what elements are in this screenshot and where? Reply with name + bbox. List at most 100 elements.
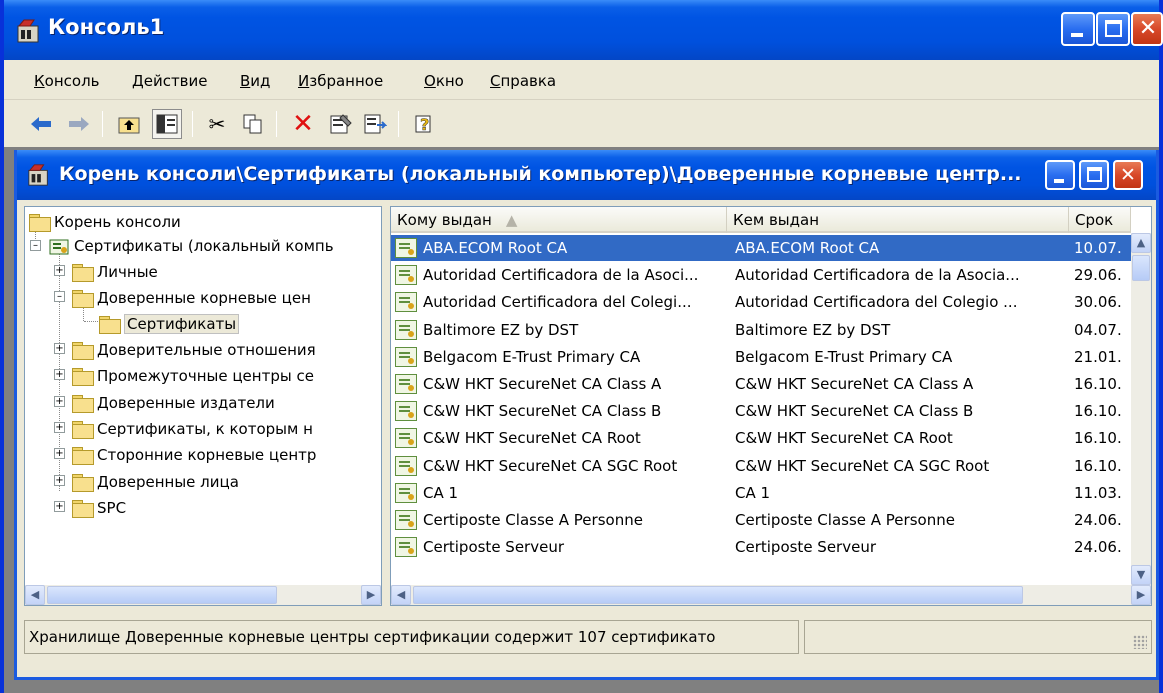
help-button[interactable]: ? [410, 109, 440, 139]
scroll-down-button[interactable]: ▼ [1131, 565, 1151, 585]
expand-toggle[interactable]: + [54, 369, 65, 380]
tree-item-console-root[interactable]: Корень консоли [29, 209, 181, 235]
cell-issued-by: Certiposte Serveur [735, 538, 877, 557]
table-row[interactable]: Autoridad Certificadora del Colegi... Aut… [391, 289, 1131, 315]
tree-item-trusted-people[interactable]: Доверенные лица [72, 469, 239, 495]
collapse-toggle[interactable]: – [30, 240, 41, 251]
list-vertical-scrollbar[interactable]: ▲ ▼ [1131, 233, 1151, 585]
delete-icon: ✕ [292, 109, 314, 139]
minimize-button[interactable] [1061, 12, 1095, 46]
menu-bar: Консоль Действие Вид Избранное Окно Спра… [4, 60, 1159, 100]
certificate-icon [395, 537, 417, 558]
tree-item-certificates[interactable]: Сертификаты [99, 311, 240, 337]
forward-button[interactable] [64, 109, 94, 139]
menu-console[interactable]: Консоль [34, 72, 100, 90]
toolbar: ✂ ✕ ? [4, 101, 1159, 147]
table-row[interactable]: Certiposte Classe A Personne Certiposte C… [391, 507, 1131, 533]
cell-issued-to: C&W HKT SecureNet CA SGC Root [423, 456, 678, 475]
tree-item-trusted-root[interactable]: Доверенные корневые цен [72, 285, 311, 311]
column-header-issued-to[interactable]: Кому выдан ▲ [391, 207, 727, 233]
cell-expiration: 16.10. [1074, 402, 1122, 421]
expand-toggle[interactable]: + [54, 475, 65, 486]
menu-action[interactable]: Действие [132, 72, 208, 90]
close-button[interactable]: ✕ [1131, 12, 1163, 46]
scroll-up-button[interactable]: ▲ [1131, 233, 1151, 253]
tree-item-untrusted[interactable]: Сертификаты, к которым н [72, 416, 313, 442]
toolbar-separator [276, 111, 277, 137]
menu-help[interactable]: Справка [490, 72, 556, 90]
table-row[interactable]: C&W HKT SecureNet CA Root C&W HKT SecureN… [391, 425, 1131, 451]
title-bar[interactable]: Консоль1 ✕ [4, 0, 1163, 60]
console-tree: Корень консоли – Сертификаты (локальный … [24, 206, 382, 606]
back-button[interactable] [26, 109, 56, 139]
tree-item-certificates-local[interactable]: Сертификаты (локальный компь [49, 233, 334, 259]
column-header-expiration[interactable]: Срок [1069, 207, 1131, 233]
properties-button[interactable] [326, 109, 356, 139]
expand-toggle[interactable]: + [54, 422, 65, 433]
scrollbar-thumb[interactable] [47, 586, 277, 604]
export-list-button[interactable] [360, 109, 390, 139]
expand-toggle[interactable]: + [54, 265, 65, 276]
delete-button[interactable]: ✕ [288, 109, 318, 139]
child-maximize-button[interactable] [1079, 160, 1109, 190]
cell-issued-by: Certiposte Classe A Personne [735, 511, 955, 529]
tree-horizontal-scrollbar[interactable]: ◀ ▶ [25, 585, 381, 605]
scroll-right-button[interactable]: ▶ [1131, 585, 1151, 605]
child-title-bar[interactable]: Корень консоли\Сертификаты (локальный ко… [17, 150, 1156, 200]
child-close-button[interactable]: ✕ [1113, 160, 1143, 190]
menu-window[interactable]: Окно [424, 72, 464, 90]
table-row[interactable]: Belgacom E-Trust Primary CA Belgacom E-Tr… [391, 344, 1131, 370]
cell-issued-by: C&W HKT SecureNet CA Class B [735, 402, 974, 421]
expand-toggle[interactable]: + [54, 343, 65, 354]
cell-issued-to: CA 1 [423, 483, 459, 502]
folder-icon [29, 214, 51, 232]
show-hide-tree-button[interactable] [152, 109, 182, 139]
table-row[interactable]: C&W HKT SecureNet CA Class A C&W HKT Secu… [391, 371, 1131, 397]
cut-button[interactable]: ✂ [202, 109, 232, 139]
scroll-left-button[interactable]: ◀ [25, 585, 45, 605]
scroll-right-button[interactable]: ▶ [361, 585, 381, 605]
expand-toggle[interactable]: + [54, 396, 65, 407]
maximize-button[interactable] [1096, 12, 1130, 46]
tree-item-intermediate-ca[interactable]: Промежуточные центры се [72, 363, 314, 389]
table-row[interactable]: C&W HKT SecureNet CA Class B C&W HKT Secu… [391, 398, 1131, 424]
menu-view[interactable]: Вид [240, 72, 270, 90]
table-row[interactable]: Certiposte Serveur Certiposte Serveur 24.0… [391, 534, 1131, 560]
table-row[interactable]: Autoridad Certificadora de la Asoci... Au… [391, 262, 1131, 288]
tree-item-third-party-root[interactable]: Сторонние корневые центр [72, 442, 316, 468]
scroll-left-button[interactable]: ◀ [391, 585, 411, 605]
column-header-issued-by[interactable]: Кем выдан [727, 207, 1069, 233]
table-row[interactable]: CA 1 CA 1 11.03. [391, 480, 1131, 506]
tree-item-trusted-publishers[interactable]: Доверенные издатели [72, 390, 275, 416]
collapse-toggle[interactable]: – [54, 291, 65, 302]
cell-issued-by: Belgacom E-Trust Primary CA [735, 347, 953, 366]
up-one-level-button[interactable] [114, 109, 144, 139]
scrollbar-thumb[interactable] [413, 586, 1023, 604]
table-row[interactable]: C&W HKT SecureNet CA SGC Root C&W HKT Sec… [391, 453, 1131, 479]
certificate-icon [395, 319, 417, 340]
close-icon: ✕ [1138, 16, 1158, 41]
certificate-list: Кому выдан ▲ Кем выдан Срок ABA.ECOM Root… [390, 206, 1152, 606]
maximize-icon [1087, 167, 1102, 182]
mmc-console-window: Консоль1 ✕ Консоль Действие Вид Избранно… [0, 0, 1163, 693]
tree-item-label: Сертификаты (локальный компь [74, 237, 334, 255]
certificate-icon [395, 428, 417, 449]
table-row[interactable]: ABA.ECOM Root CA ABA.ECOM Root CA 10.07. [391, 235, 1131, 261]
tree-item-enterprise-trust[interactable]: Доверительные отношения [72, 337, 316, 363]
expand-toggle[interactable]: + [54, 448, 65, 459]
folder-icon [72, 368, 94, 386]
minimize-icon [1071, 33, 1083, 37]
cell-issued-by: CA 1 [735, 483, 771, 502]
tree-item-label: Сертификаты [124, 314, 240, 334]
list-horizontal-scrollbar[interactable]: ◀ ▶ [391, 585, 1151, 605]
scrollbar-thumb[interactable] [1132, 255, 1150, 281]
tree-item-personal[interactable]: Личные [72, 259, 158, 285]
table-row[interactable]: Baltimore EZ by DST Baltimore EZ by DST 04… [391, 317, 1131, 343]
resize-grip-icon[interactable] [1133, 635, 1147, 649]
menu-favorites[interactable]: Избранное [298, 72, 383, 90]
cell-issued-to: C&W HKT SecureNet CA Root [423, 429, 641, 448]
expand-toggle[interactable]: + [54, 501, 65, 512]
child-minimize-button[interactable] [1045, 160, 1075, 190]
copy-button[interactable] [238, 109, 268, 139]
tree-item-spc[interactable]: SPC [72, 495, 126, 521]
